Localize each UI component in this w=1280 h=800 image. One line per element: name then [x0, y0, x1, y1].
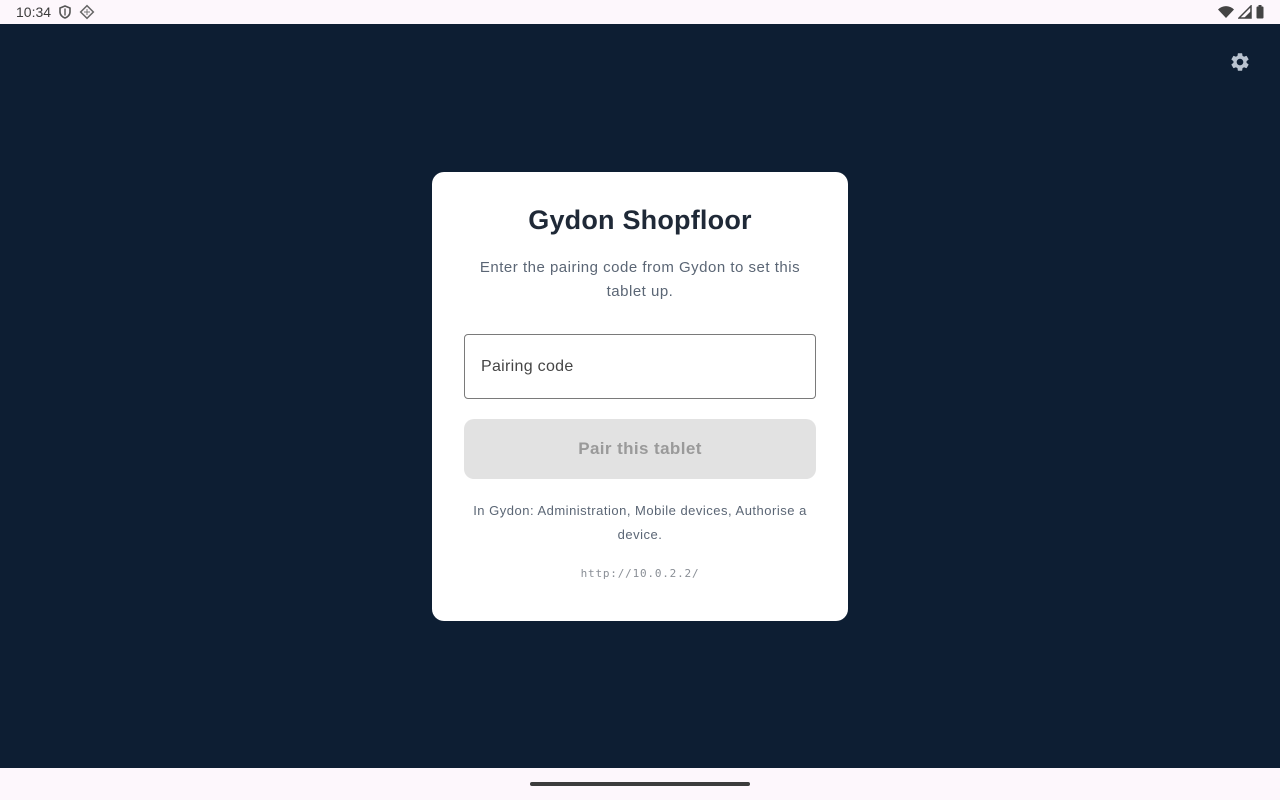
instructions-text: Enter the pairing code from Gydon to set… [479, 259, 801, 300]
diamond-icon [79, 4, 95, 20]
shield-icon [59, 5, 71, 19]
pairing-code-field[interactable] [464, 334, 816, 399]
settings-button[interactable] [1228, 52, 1252, 76]
status-time: 10:34 [16, 4, 52, 20]
wifi-icon [1218, 5, 1234, 19]
signal-icon [1238, 5, 1252, 19]
navigation-bar [0, 768, 1280, 800]
home-gesture-handle[interactable] [530, 782, 750, 786]
app-screen: 10:34 Gydon Shopfloor Enter the pairing … [0, 0, 1280, 800]
server-url: http://10.0.2.2/ [580, 567, 700, 580]
battery-icon [1256, 5, 1264, 19]
pair-tablet-button[interactable]: Pair this tablet [464, 419, 816, 479]
status-left: 10:34 [16, 4, 95, 20]
page-title: Gydon Shopfloor [528, 205, 752, 235]
pairing-code-input[interactable] [481, 357, 799, 376]
gear-icon [1229, 51, 1251, 78]
status-bar: 10:34 [0, 0, 1280, 24]
admin-hint-text: In Gydon: Administration, Mobile devices… [473, 503, 807, 542]
status-right [1218, 5, 1264, 19]
pairing-card: Gydon Shopfloor Enter the pairing code f… [432, 172, 848, 621]
